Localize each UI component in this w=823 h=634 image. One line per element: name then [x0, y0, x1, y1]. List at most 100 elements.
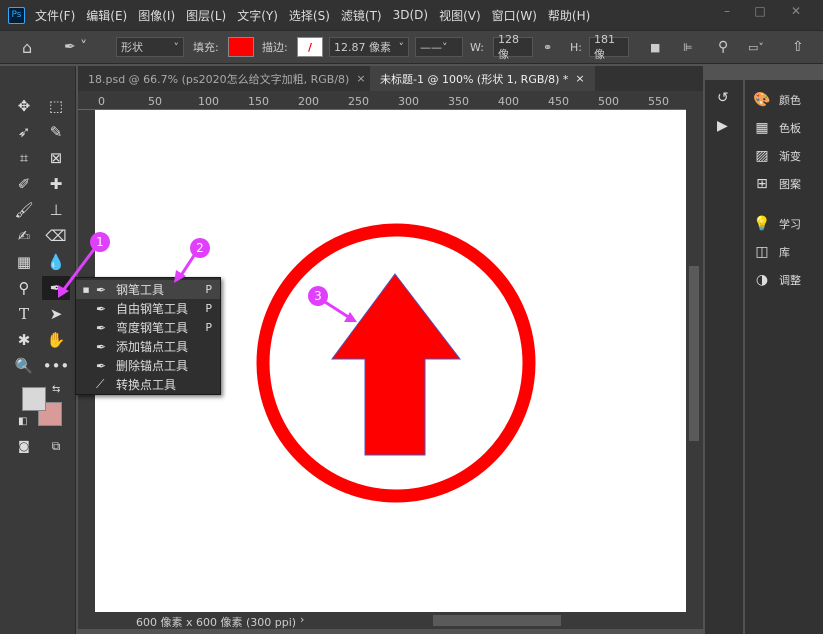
type-tool-icon[interactable]: T [10, 302, 38, 326]
menu-edit[interactable]: 编辑(E) [86, 7, 127, 24]
hand-tool-icon[interactable]: ✋ [42, 328, 70, 352]
home-icon[interactable]: ⌂ [22, 37, 32, 57]
menu-layer[interactable]: 图层(L) [186, 7, 226, 24]
brush-tool-icon[interactable]: 🖌 [10, 198, 38, 222]
frame-tool-icon[interactable]: ⊠ [42, 146, 70, 170]
history-icon[interactable]: ↺ [717, 90, 729, 106]
swap-colors-icon[interactable]: ⇆ [52, 384, 60, 395]
pattern-icon: ⊞ [756, 176, 768, 192]
pen-tool-flyout-menu: ■ ✒ 钢笔工具 P ✒ 自由钢笔工具 P ✒ 弯度钢笔工具 P ✒ 添加锚点工具 ✒ 删除锚点工… [75, 277, 221, 395]
menu-image[interactable]: 图像(I) [138, 7, 175, 24]
quick-mask-icon[interactable]: ◙ [10, 434, 38, 458]
width-field[interactable]: 128 像 [493, 33, 533, 61]
width-label: W: [470, 40, 484, 54]
horizontal-scroll-thumb[interactable] [433, 615, 561, 626]
flyout-convert-point-tool[interactable]: ⟋ 转换点工具 [76, 375, 220, 394]
zoom-tool-icon[interactable]: 🔍 [10, 354, 38, 378]
status-menu-arrow[interactable]: › [300, 613, 304, 626]
eyedropper-tool-icon[interactable]: ✐ [10, 172, 38, 196]
menu-file[interactable]: 文件(F) [35, 7, 75, 24]
status-bar: 600 像素 x 600 像素 (300 ppi) › [78, 612, 703, 629]
workspace-icon[interactable]: ▭˅ [748, 37, 764, 57]
history-brush-tool-icon[interactable]: ✍ [10, 224, 38, 248]
stroke-type-select[interactable]: ——˅ [415, 37, 463, 57]
menu-filter[interactable]: 滤镜(T) [341, 7, 382, 24]
adjust-icon: ◑ [755, 272, 769, 288]
annotation-badge-2: 2 [190, 238, 210, 258]
quick-select-tool-icon[interactable]: ✎ [42, 120, 70, 144]
pen-tool-preset-icon[interactable]: ✒ ˅ [64, 37, 87, 57]
ruler-label: 450 [548, 95, 569, 108]
menu-type[interactable]: 文字(Y) [237, 7, 278, 24]
panel-learn[interactable]: 💡 学习 [753, 216, 801, 232]
fill-color-swatch[interactable] [228, 37, 254, 57]
tool-mode-select[interactable]: 形状 ˅ [116, 37, 184, 57]
ruler-label: 400 [498, 95, 519, 108]
panel-patterns[interactable]: ⊞ 图案 [753, 176, 801, 192]
actions-play-icon[interactable]: ▶ [717, 118, 728, 134]
flyout-freeform-pen-tool[interactable]: ✒ 自由钢笔工具 P [76, 299, 220, 318]
panel-color[interactable]: 🎨 颜色 [753, 92, 801, 108]
stamp-tool-icon[interactable]: ⊥ [42, 198, 70, 222]
horizontal-ruler: 0 50 100 150 200 250 300 350 400 450 500… [78, 91, 686, 110]
stroke-width-field[interactable]: 12.87 像素 ˅ [329, 37, 409, 57]
stroke-label: 描边: [262, 41, 288, 54]
screen-mode-icon[interactable]: ⧉ [42, 434, 70, 458]
tab-untitled-1[interactable]: 未标题-1 @ 100% (形状 1, RGB/8) * × [370, 66, 595, 91]
foreground-color-swatch[interactable] [22, 387, 46, 411]
document-tabs: 18.psd @ 66.7% (ps2020怎么给文字加粗, RGB/8) × … [78, 66, 703, 91]
path-select-tool-icon[interactable]: ➤ [42, 302, 70, 326]
menu-view[interactable]: 视图(V) [439, 7, 481, 24]
flyout-delete-anchor-tool[interactable]: ✒ 删除锚点工具 [76, 356, 220, 375]
flyout-add-anchor-tool[interactable]: ✒ 添加锚点工具 [76, 337, 220, 356]
vertical-scrollbar[interactable] [686, 91, 703, 612]
pen-tool-icon[interactable]: ✒ [42, 276, 70, 300]
move-tool-icon[interactable]: ✥ [10, 94, 38, 118]
ruler-label: 300 [398, 95, 419, 108]
ruler-label: 250 [348, 95, 369, 108]
close-window-button[interactable]: ✕ [784, 4, 808, 22]
curvature-pen-icon: ✒ [96, 320, 107, 335]
ruler-label: 50 [148, 95, 162, 108]
dodge-tool-icon[interactable]: ⚲ [10, 276, 38, 300]
share-icon[interactable]: ⇧ [792, 37, 804, 57]
shape-tool-icon[interactable]: ✱ [10, 328, 38, 352]
menu-3d[interactable]: 3D(D) [393, 8, 428, 22]
healing-brush-tool-icon[interactable]: ✚ [42, 172, 70, 196]
minimize-button[interactable]: – [715, 4, 739, 22]
gradient-tool-icon[interactable]: ▦ [10, 250, 38, 274]
maximize-button[interactable]: □ [748, 4, 772, 22]
ruler-label: 200 [298, 95, 319, 108]
marquee-tool-icon[interactable]: ⬚ [42, 94, 70, 118]
link-icon[interactable]: ⚭ [543, 37, 552, 57]
menu-window[interactable]: 窗口(W) [492, 7, 537, 24]
panel-gradients[interactable]: ▨ 渐变 [753, 148, 801, 164]
annotation-badge-1: 1 [90, 232, 110, 252]
panel-swatches[interactable]: ▦ 色板 [753, 120, 801, 136]
tab-18psd[interactable]: 18.psd @ 66.7% (ps2020怎么给文字加粗, RGB/8) × [78, 66, 376, 91]
crop-tool-icon[interactable]: ⌗ [10, 146, 38, 170]
panel-libraries[interactable]: ◫ 库 [753, 244, 790, 260]
stroke-color-swatch[interactable]: / [297, 37, 323, 57]
scroll-thumb[interactable] [689, 266, 699, 441]
flyout-pen-tool[interactable]: ■ ✒ 钢笔工具 P [76, 280, 220, 299]
flyout-curvature-pen-tool[interactable]: ✒ 弯度钢笔工具 P [76, 318, 220, 337]
path-alignment-icon[interactable]: ⊫ [683, 37, 693, 57]
search-icon[interactable]: ⚲ [718, 37, 728, 57]
menu-help[interactable]: 帮助(H) [548, 7, 590, 24]
default-colors-icon[interactable]: ◧ [18, 416, 27, 427]
fill-label: 填充: [193, 41, 219, 54]
red-arrow-shape[interactable] [331, 273, 462, 456]
blur-tool-icon[interactable]: 💧 [42, 250, 70, 274]
eraser-tool-icon[interactable]: ⌫ [42, 224, 70, 248]
close-tab-icon[interactable]: × [575, 72, 584, 85]
height-field[interactable]: 181 像 [589, 33, 629, 61]
add-anchor-icon: ✒ [96, 339, 107, 354]
menu-select[interactable]: 选择(S) [289, 7, 330, 24]
panel-adjustments[interactable]: ◑ 调整 [753, 272, 801, 288]
lasso-tool-icon[interactable]: ➶ [10, 120, 38, 144]
more-tools-icon[interactable]: ••• [42, 354, 70, 378]
path-operations-icon[interactable]: ■ [650, 37, 660, 57]
close-tab-icon[interactable]: × [356, 72, 365, 85]
ruler-label: 550 [648, 95, 669, 108]
